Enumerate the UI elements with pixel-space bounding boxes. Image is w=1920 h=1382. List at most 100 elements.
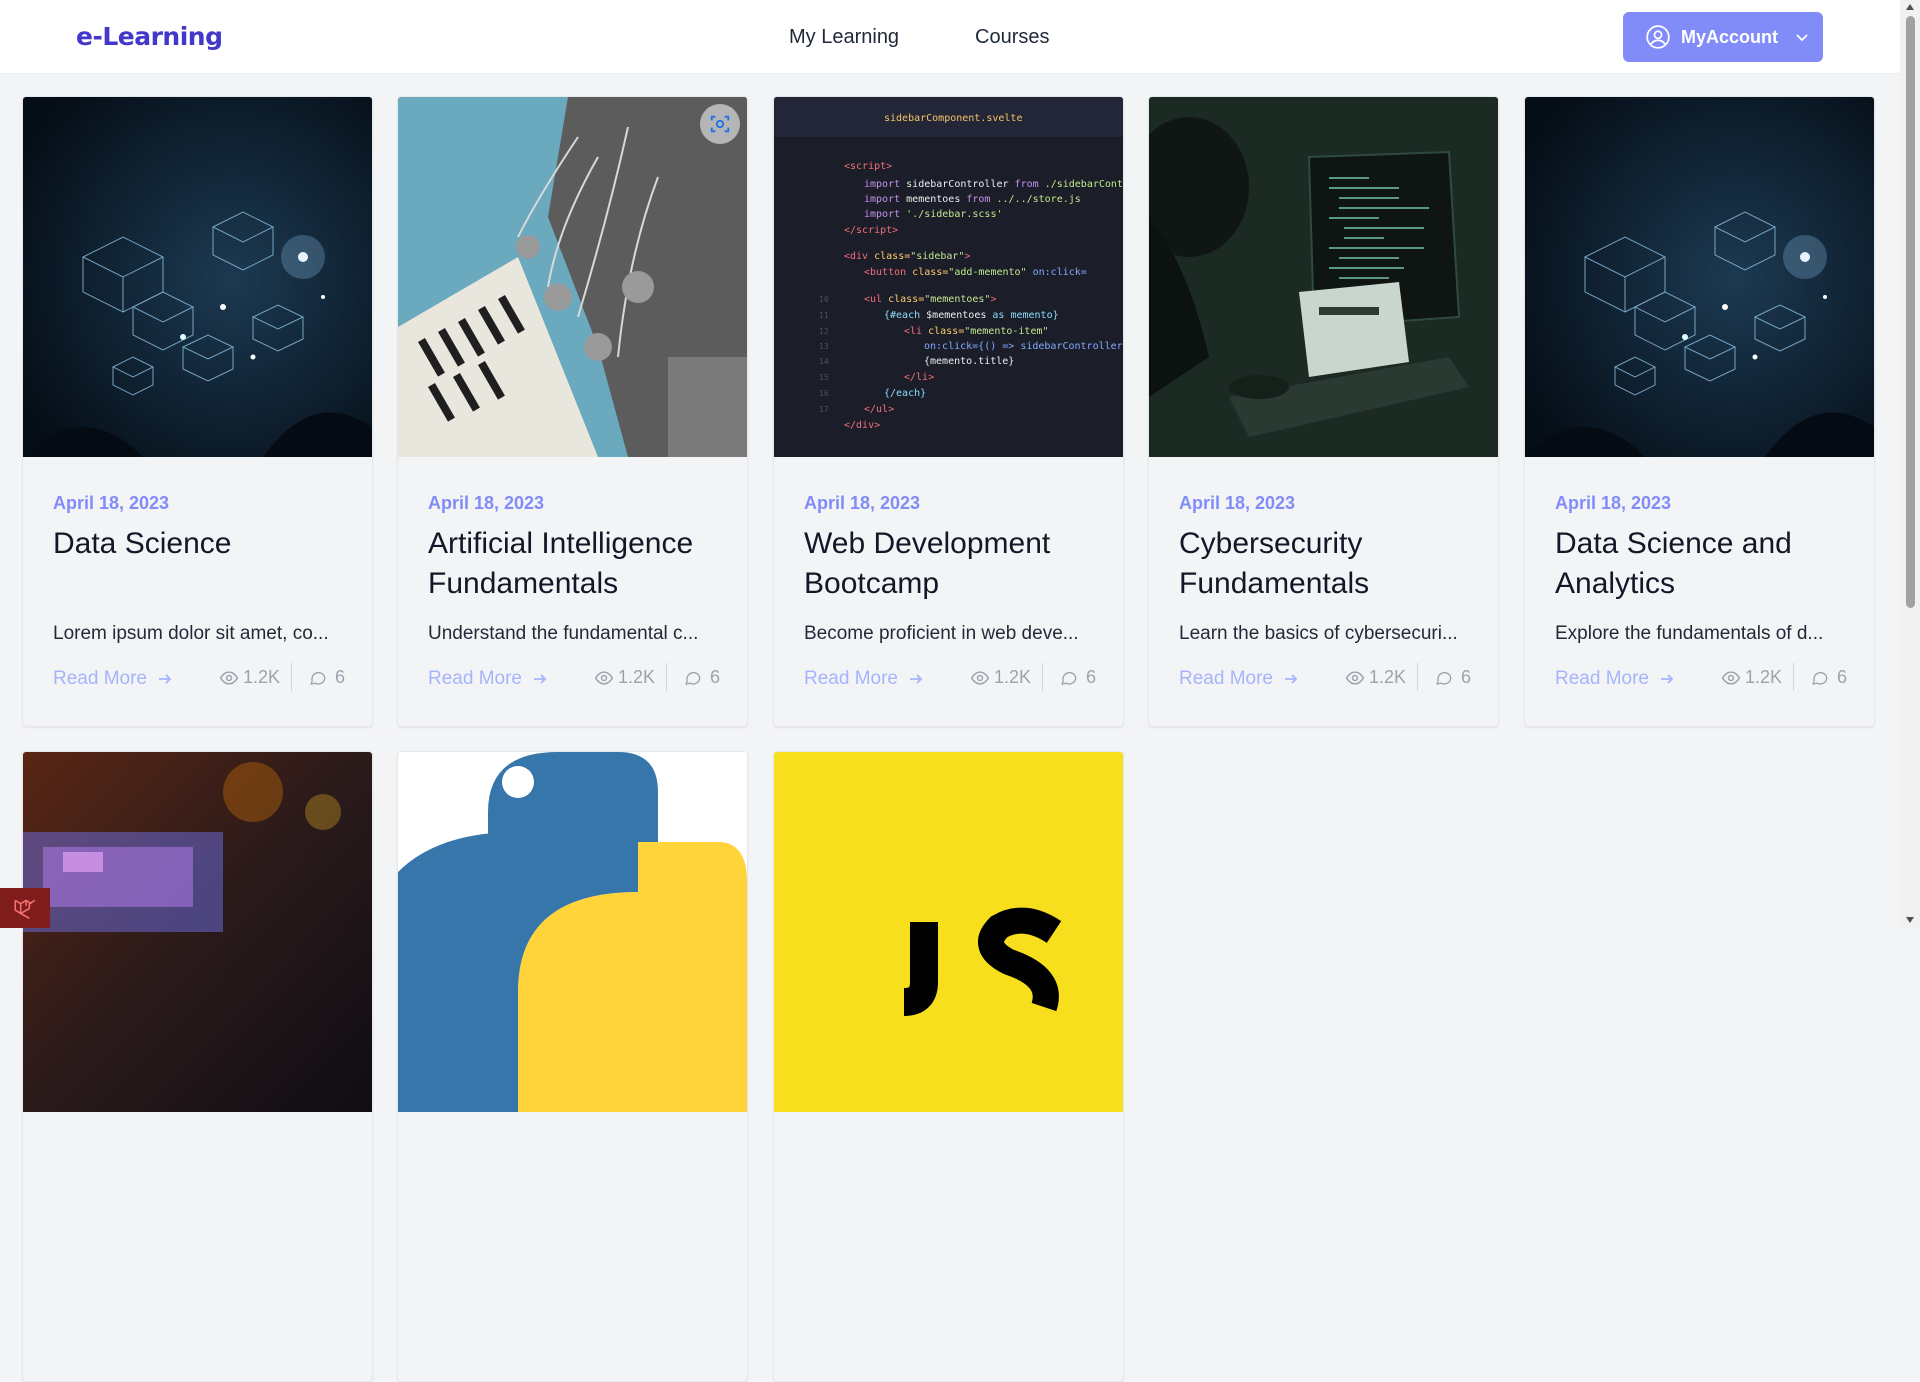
comment-count[interactable]: 6 bbox=[684, 667, 720, 688]
arrow-right-icon bbox=[1285, 674, 1298, 684]
divider bbox=[291, 663, 292, 691]
course-thumbnail[interactable] bbox=[23, 97, 372, 457]
visual-search-button[interactable] bbox=[700, 104, 740, 144]
course-card[interactable]: April 18, 2023 Artificial Intelligence F… bbox=[397, 96, 748, 727]
laravel-logo-icon bbox=[14, 899, 36, 919]
svg-text:13: 13 bbox=[819, 342, 829, 351]
read-more-link[interactable]: Read More bbox=[1555, 668, 1675, 690]
course-card[interactable]: April 18, 2023 Data Science and Analytic… bbox=[1524, 96, 1875, 727]
view-count: 1.2K bbox=[594, 667, 655, 688]
svg-text:<ul class="mementoes">: <ul class="mementoes"> bbox=[864, 294, 996, 305]
view-count: 1.2K bbox=[970, 667, 1031, 688]
view-count: 1.2K bbox=[1345, 667, 1406, 688]
comment-count-value: 6 bbox=[335, 667, 346, 687]
view-count-value: 1.2K bbox=[243, 667, 281, 687]
svg-text:on:click={() => sidebarControl: on:click={() => sidebarController bbox=[924, 341, 1123, 352]
eye-icon bbox=[1721, 670, 1741, 685]
course-title[interactable]: Cybersecurity Fundamentals bbox=[1179, 524, 1479, 604]
comment-count-value: 6 bbox=[710, 667, 721, 687]
eye-icon bbox=[594, 670, 614, 685]
svg-text:import './sidebar.scss': import './sidebar.scss' bbox=[864, 209, 1002, 220]
nav-courses[interactable]: Courses bbox=[975, 26, 1049, 49]
divider bbox=[1793, 663, 1794, 691]
course-title[interactable]: Data Science bbox=[53, 524, 353, 564]
comment-icon bbox=[685, 671, 701, 685]
scroll-down-arrow-icon[interactable] bbox=[1905, 916, 1915, 924]
view-count-value: 1.2K bbox=[1745, 667, 1783, 687]
svg-text:<li class="memento-item": <li class="memento-item" bbox=[904, 326, 1049, 337]
read-more-label: Read More bbox=[53, 668, 147, 689]
course-thumbnail[interactable] bbox=[398, 97, 747, 457]
course-title[interactable]: Artificial Intelligence Fundamentals bbox=[428, 524, 728, 604]
svg-text:16: 16 bbox=[819, 389, 829, 398]
eye-icon bbox=[970, 670, 990, 685]
svg-text:</ul>: </ul> bbox=[864, 404, 894, 415]
svg-text:{#each $mementoes as memento}: {#each $mementoes as memento} bbox=[884, 310, 1059, 321]
course-card[interactable] bbox=[773, 751, 1124, 1382]
divider bbox=[1417, 663, 1418, 691]
course-thumbnail[interactable] bbox=[1525, 97, 1874, 457]
read-more-label: Read More bbox=[1179, 668, 1273, 689]
view-count-value: 1.2K bbox=[994, 667, 1032, 687]
svg-text:{memento.title}: {memento.title} bbox=[924, 356, 1014, 367]
comment-icon bbox=[1436, 671, 1452, 685]
comment-count-value: 6 bbox=[1837, 667, 1848, 687]
svg-text:</script>: </script> bbox=[844, 225, 898, 236]
course-title[interactable]: Data Science and Analytics bbox=[1555, 524, 1855, 604]
arrow-right-icon bbox=[534, 674, 547, 684]
scrollbar-thumb[interactable] bbox=[1906, 16, 1915, 608]
user-circle-icon bbox=[1646, 25, 1670, 49]
svg-text:<button class="add-memento" on: <button class="add-memento" on:click= bbox=[864, 267, 1087, 278]
course-thumbnail[interactable] bbox=[23, 752, 372, 1112]
svg-text:sidebarComponent.svelte: sidebarComponent.svelte bbox=[884, 113, 1022, 124]
course-card[interactable]: April 18, 2023 Data Science Lorem ipsum … bbox=[22, 96, 373, 727]
view-count: 1.2K bbox=[1721, 667, 1782, 688]
eye-icon bbox=[1345, 670, 1365, 685]
read-more-link[interactable]: Read More bbox=[1179, 668, 1299, 690]
course-date: April 18, 2023 bbox=[428, 493, 545, 513]
comment-count[interactable]: 6 bbox=[309, 667, 345, 688]
eye-icon bbox=[219, 670, 239, 685]
course-card[interactable] bbox=[22, 751, 373, 1382]
read-more-link[interactable]: Read More bbox=[428, 668, 548, 690]
svg-text:import mementoes from ../../st: import mementoes from ../../store.js bbox=[864, 194, 1081, 205]
course-thumbnail[interactable] bbox=[774, 752, 1123, 1112]
svg-text:{/each}: {/each} bbox=[884, 388, 926, 399]
svg-text:10: 10 bbox=[819, 295, 829, 304]
comment-icon bbox=[1061, 671, 1077, 685]
course-date: April 18, 2023 bbox=[1179, 493, 1296, 513]
svg-text:<script>: <script> bbox=[844, 161, 892, 172]
comment-count-value: 6 bbox=[1086, 667, 1097, 687]
nav-my-learning[interactable]: My Learning bbox=[789, 26, 899, 49]
course-date: April 18, 2023 bbox=[804, 493, 921, 513]
scroll-up-arrow-icon[interactable] bbox=[1905, 3, 1915, 11]
course-thumbnail[interactable] bbox=[398, 752, 747, 1112]
course-thumbnail[interactable]: sidebarComponent.svelte <script> import … bbox=[774, 97, 1123, 457]
divider bbox=[1042, 663, 1043, 691]
read-more-link[interactable]: Read More bbox=[804, 668, 924, 690]
view-count: 1.2K bbox=[219, 667, 280, 688]
comment-count[interactable]: 6 bbox=[1060, 667, 1096, 688]
course-card[interactable]: April 18, 2023 Cybersecurity Fundamental… bbox=[1148, 96, 1499, 727]
brand-logo[interactable]: e-Learning bbox=[76, 22, 223, 51]
my-account-button[interactable]: MyAccount bbox=[1623, 12, 1823, 62]
course-thumbnail[interactable] bbox=[1149, 97, 1498, 457]
read-more-label: Read More bbox=[804, 668, 898, 689]
scan-icon bbox=[710, 115, 730, 133]
debug-toolbar-button[interactable] bbox=[0, 888, 50, 928]
read-more-label: Read More bbox=[428, 668, 522, 689]
svg-text:11: 11 bbox=[819, 311, 829, 320]
svg-text:</li>: </li> bbox=[904, 372, 934, 383]
course-card[interactable] bbox=[397, 751, 748, 1382]
course-title[interactable]: Web Development Bootcamp bbox=[804, 524, 1104, 604]
svg-text:17: 17 bbox=[819, 405, 829, 414]
view-count-value: 1.2K bbox=[618, 667, 656, 687]
chevron-down-icon bbox=[1796, 34, 1808, 42]
comment-count[interactable]: 6 bbox=[1435, 667, 1471, 688]
comment-count[interactable]: 6 bbox=[1811, 667, 1847, 688]
course-date: April 18, 2023 bbox=[1555, 493, 1672, 513]
course-card[interactable]: sidebarComponent.svelte <script> import … bbox=[773, 96, 1124, 727]
arrow-right-icon bbox=[159, 674, 172, 684]
read-more-link[interactable]: Read More bbox=[53, 668, 173, 690]
comment-icon bbox=[1812, 671, 1828, 685]
